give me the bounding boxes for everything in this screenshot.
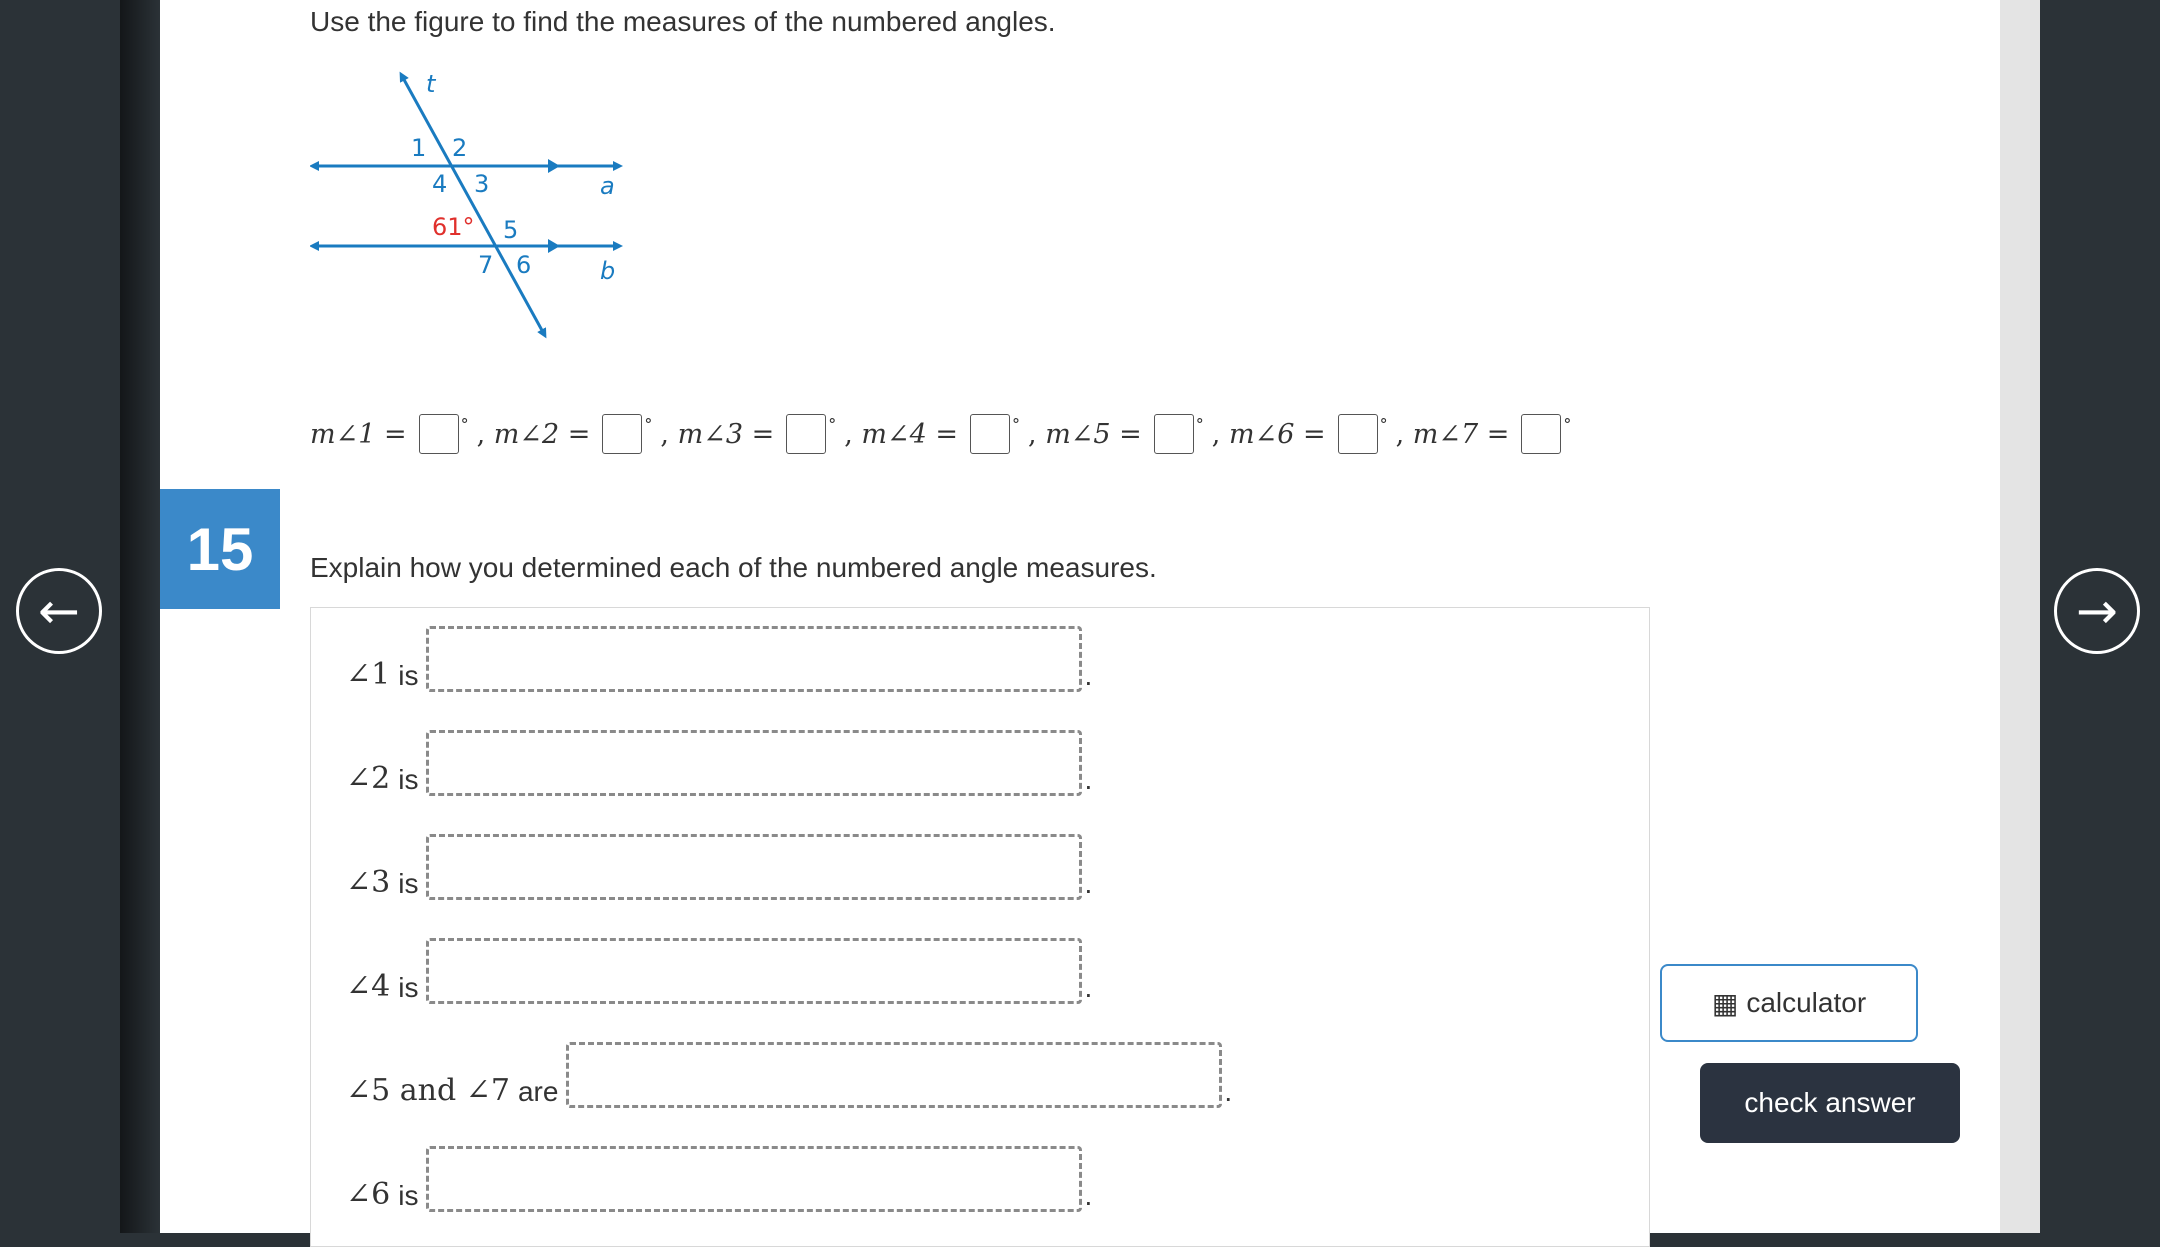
angle-2-input[interactable]: [602, 414, 643, 454]
angle-label-2: 2: [452, 134, 467, 162]
angle-6-input[interactable]: [1337, 414, 1378, 454]
angle-label-3: 3: [474, 170, 489, 198]
period: .: [1084, 660, 1093, 691]
next-button[interactable]: →: [2054, 568, 2140, 654]
angle-label-6: 6: [516, 251, 531, 279]
explain-prompt: Explain how you determined each of the n…: [310, 552, 1157, 583]
row-word: is: [398, 1180, 419, 1211]
transversal-t: [399, 71, 547, 339]
angle-1-input[interactable]: [418, 414, 459, 454]
angle-7-input[interactable]: [1521, 414, 1562, 454]
row-word: are: [517, 1076, 559, 1107]
angle-2-label: m∠2 =: [493, 418, 591, 450]
row-label: ∠6: [346, 1177, 391, 1212]
row-label: ∠3: [346, 865, 391, 900]
angle-figure: t a b 1 2 4 3 61° 5 7 6: [310, 70, 623, 339]
angle-4-label: m∠4 =: [861, 418, 958, 450]
label-a: a: [600, 172, 615, 200]
angle-5-label: m∠5 =: [1045, 418, 1142, 450]
angle-label-4: 4: [432, 170, 447, 198]
angle-3-input[interactable]: [786, 414, 827, 454]
question-prompt: Use the figure to find the measures of t…: [310, 6, 1056, 37]
row-word: is: [398, 660, 419, 691]
degree-symbol: °: [1012, 414, 1020, 434]
degree-symbol: °: [828, 414, 837, 434]
angle-7-label: m∠7 =: [1412, 418, 1510, 450]
drop-zone-angle-6[interactable]: [426, 1146, 1083, 1212]
explain-row-3: ∠3 is .: [346, 834, 1092, 900]
period: .: [1084, 1180, 1093, 1211]
previous-button[interactable]: ←: [16, 568, 102, 654]
angle-3-label: m∠3 =: [677, 418, 775, 450]
explain-row-1: ∠1 is .: [346, 626, 1092, 692]
separator: ,: [1395, 418, 1405, 450]
angle-label-1: 1: [411, 134, 426, 162]
angle-4-input[interactable]: [970, 414, 1010, 454]
angle-label-5: 5: [503, 216, 518, 244]
separator: ,: [660, 418, 669, 450]
angle-measure-answers: m∠1 = °, m∠2 = °, m∠3 = °, m∠4 = °, m∠5 …: [310, 412, 1579, 456]
parallel-mark-b: [548, 239, 560, 253]
angle-5-input[interactable]: [1153, 414, 1194, 454]
row-label: ∠1: [346, 657, 391, 692]
period: .: [1224, 1076, 1233, 1107]
calculator-button[interactable]: ▦ calculator: [1660, 964, 1918, 1042]
question-number: 15: [160, 489, 280, 609]
calculator-label: calculator: [1746, 987, 1867, 1018]
calculator-icon: ▦: [1711, 986, 1739, 1020]
degree-symbol: °: [1563, 414, 1572, 434]
drop-zone-angle-1[interactable]: [426, 626, 1083, 692]
row-word: is: [398, 868, 419, 899]
drop-zone-angle-3[interactable]: [426, 834, 1083, 900]
degree-symbol: °: [1195, 414, 1204, 434]
check-answer-label: check answer: [1744, 1087, 1916, 1118]
explain-row-4: ∠4 is .: [346, 938, 1092, 1004]
period: .: [1084, 764, 1093, 795]
explain-row-5-7: ∠5 and ∠7 are .: [346, 1042, 1232, 1108]
drop-zone-angle-2[interactable]: [426, 730, 1083, 796]
given-angle-label: 61°: [432, 213, 475, 241]
row-label: ∠2: [346, 761, 391, 796]
separator: ,: [476, 418, 486, 450]
drop-zone-angle-5-7[interactable]: [566, 1042, 1223, 1108]
period: .: [1084, 868, 1093, 899]
row-label: ∠5 and ∠7: [346, 1073, 510, 1108]
row-word: is: [398, 764, 419, 795]
page-shadow: [120, 0, 160, 1233]
drop-zone-angle-4[interactable]: [426, 938, 1083, 1004]
check-answer-button[interactable]: check answer: [1700, 1063, 1960, 1143]
row-word: is: [398, 972, 419, 1003]
degree-symbol: °: [460, 414, 469, 434]
row-label: ∠4: [346, 969, 391, 1004]
page-edge: [2000, 0, 2040, 1233]
separator: ,: [1211, 418, 1221, 450]
degree-symbol: °: [644, 414, 653, 434]
angle-1-label: m∠1 =: [310, 418, 407, 450]
label-b: b: [600, 257, 615, 285]
parallel-mark-a: [548, 159, 560, 173]
separator: ,: [844, 418, 853, 450]
label-t: t: [426, 70, 437, 98]
angle-6-label: m∠6 =: [1228, 418, 1326, 450]
degree-symbol: °: [1379, 414, 1388, 434]
explain-panel: ∠1 is . ∠2 is . ∠3 is . ∠4 is . ∠5 and ∠…: [310, 607, 1650, 1247]
separator: ,: [1028, 418, 1037, 450]
period: .: [1084, 972, 1093, 1003]
angle-label-7: 7: [478, 251, 493, 279]
explain-row-6: ∠6 is .: [346, 1146, 1092, 1212]
explain-row-2: ∠2 is .: [346, 730, 1092, 796]
